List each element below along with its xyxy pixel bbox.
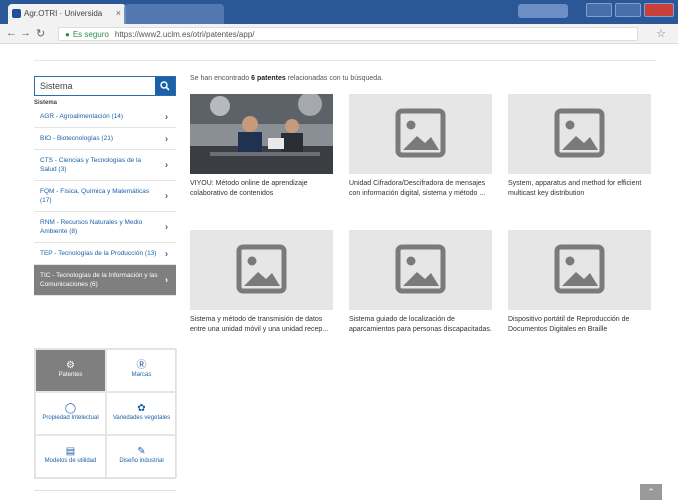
result-title[interactable]: System, apparatus and method for efficie… [508,179,651,199]
type-label: Patentes [58,372,83,378]
lock-icon: ● [65,30,70,39]
image-placeholder-icon [554,108,605,158]
stack-icon: ▤ [65,446,76,457]
reload-icon[interactable]: ↻ [36,27,45,40]
result-title[interactable]: Dispositivo portátil de Reproducción de … [508,315,651,335]
search-icon [160,81,170,91]
result-card[interactable]: Sistema y método de transmisión de datos… [190,230,333,366]
chevron-right-icon: › [165,159,168,170]
type-utility-models[interactable]: ▤ Modelos de utilidad [35,435,106,478]
trademark-icon: Ⓡ [136,360,147,371]
profile-button[interactable] [518,4,568,18]
summary-count: 6 patentes [251,75,286,82]
chevron-right-icon: › [165,190,168,201]
results-grid: VIYOU: Método online de aprendizaje cola… [190,94,652,366]
result-card[interactable]: Sistema guiado de localización de aparca… [349,230,492,366]
type-trademarks[interactable]: Ⓡ Marcas [106,349,177,392]
photo-image [190,94,333,174]
type-label: Variedades vegetales [112,415,171,421]
result-thumbnail[interactable] [508,230,651,310]
result-title[interactable]: Unidad Cifradora/Descifradora de mensaje… [349,179,492,199]
search-form [34,76,176,96]
result-title[interactable]: Sistema y método de transmisión de datos… [190,315,333,335]
minimize-button[interactable] [586,3,612,17]
category-label: RNM - Recursos Naturales y Medio Ambient… [40,219,143,235]
result-title[interactable]: VIYOU: Método online de aprendizaje cola… [190,179,333,199]
result-card[interactable]: Dispositivo portátil de Reproducción de … [508,230,651,366]
result-card[interactable]: System, apparatus and method for efficie… [508,94,651,230]
result-thumbnail[interactable] [508,94,651,174]
chevron-up-icon: ⌃ [647,486,655,497]
image-placeholder-icon [236,244,287,294]
summary-pre: Se han encontrado [190,75,252,82]
category-item-cts[interactable]: CTS - Ciencias y Tecnologías de la Salud… [34,150,176,181]
design-icon: ✎ [137,446,146,457]
category-item-tep[interactable]: TEP - Tecnologías de la Producción (13) › [34,243,176,265]
patents-icon: ⚙ [66,360,75,371]
category-label: CTS - Ciencias y Tecnologías de la Salud… [40,157,142,173]
sidebar-footer [34,490,176,500]
category-label: TEP - Tecnologías de la Producción (13) [40,250,157,257]
category-item-rnm[interactable]: RNM - Recursos Naturales y Medio Ambient… [34,212,176,243]
bulb-icon: ◯ [64,403,77,414]
result-summary: Se han encontrado 6 patentes relacionada… [190,75,383,82]
category-label: TIC - Tecnologías de la Información y la… [40,272,158,288]
category-label: BIO - Biotecnologías (21) [40,135,113,142]
close-window-button[interactable] [644,3,674,17]
ip-type-grid: ⚙ Patentes Ⓡ Marcas ◯ Propiedad Intelect… [34,348,177,479]
type-label: Modelos de utilidad [44,458,97,464]
image-placeholder-icon [395,108,446,158]
type-industrial-design[interactable]: ✎ Diseño industrial [106,435,177,478]
window-controls [586,3,674,17]
chevron-right-icon: › [165,274,168,285]
category-item-fqm[interactable]: FQM - Física, Química y Matemáticas (17)… [34,181,176,212]
result-card[interactable]: Unidad Cifradora/Descifradora de mensaje… [349,94,492,230]
type-label: Marcas [131,372,152,378]
image-placeholder-icon [554,244,605,294]
favicon-icon [12,9,21,18]
result-title[interactable]: Sistema guiado de localización de aparca… [349,315,492,335]
type-label: Diseño industrial [119,458,164,464]
bookmark-star-icon[interactable]: ☆ [656,27,666,40]
category-label: FQM - Física, Química y Matemáticas (17) [40,188,150,204]
chevron-right-icon: › [165,221,168,232]
browser-titlebar: Agr.OTRI · Universida × [0,0,678,24]
result-thumbnail[interactable] [190,230,333,310]
category-item-tic[interactable]: TIC - Tecnologías de la Información y la… [34,265,176,296]
chevron-right-icon: › [165,133,168,143]
summary-post: relacionadas con tu búsqueda. [285,75,384,82]
search-input[interactable] [35,77,155,95]
forward-arrow-icon[interactable]: → [20,27,31,39]
category-item-agr[interactable]: AGR - Agroalimentación (14) › [34,106,176,128]
leaf-icon: ✿ [137,403,146,414]
type-intellectual-property[interactable]: ◯ Propiedad Intelectual [35,392,106,435]
result-thumbnail[interactable] [349,94,492,174]
scroll-to-top-button[interactable]: ⌃ [640,484,662,500]
tab-title: Agr.OTRI · Universida [24,9,103,18]
address-bar[interactable]: ● Es seguro https://www2.uclm.es/otri/pate… [58,27,638,41]
back-arrow-icon[interactable]: ← [6,27,17,39]
search-button[interactable] [155,77,175,95]
category-label: AGR - Agroalimentación (14) [40,113,124,120]
maximize-button[interactable] [615,3,641,17]
image-placeholder-icon [395,244,446,294]
browser-tab-2[interactable] [124,4,224,24]
secure-label: Es seguro [72,30,109,39]
chevron-right-icon: › [165,248,168,258]
result-card[interactable]: VIYOU: Método online de aprendizaje cola… [190,94,333,230]
browser-toolbar: ← → ↻ ● Es seguro https://www2.uclm.es/otr… [0,24,678,44]
tab-close-icon[interactable]: × [116,8,121,18]
type-patents[interactable]: ⚙ Patentes [35,349,106,392]
url-text: https://www2.uclm.es/otri/patentes/app/ [114,30,255,39]
result-thumbnail[interactable] [349,230,492,310]
header-divider [34,60,656,61]
category-list: AGR - Agroalimentación (14) › BIO - Biote… [34,106,176,296]
type-label: Propiedad Intelectual [42,415,99,421]
category-item-bio[interactable]: BIO - Biotecnologías (21) › [34,128,176,150]
chevron-right-icon: › [165,111,168,121]
browser-tab[interactable]: Agr.OTRI · Universida × [8,4,126,24]
result-photo[interactable] [190,94,333,174]
type-plant-varieties[interactable]: ✿ Variedades vegetales [106,392,177,435]
